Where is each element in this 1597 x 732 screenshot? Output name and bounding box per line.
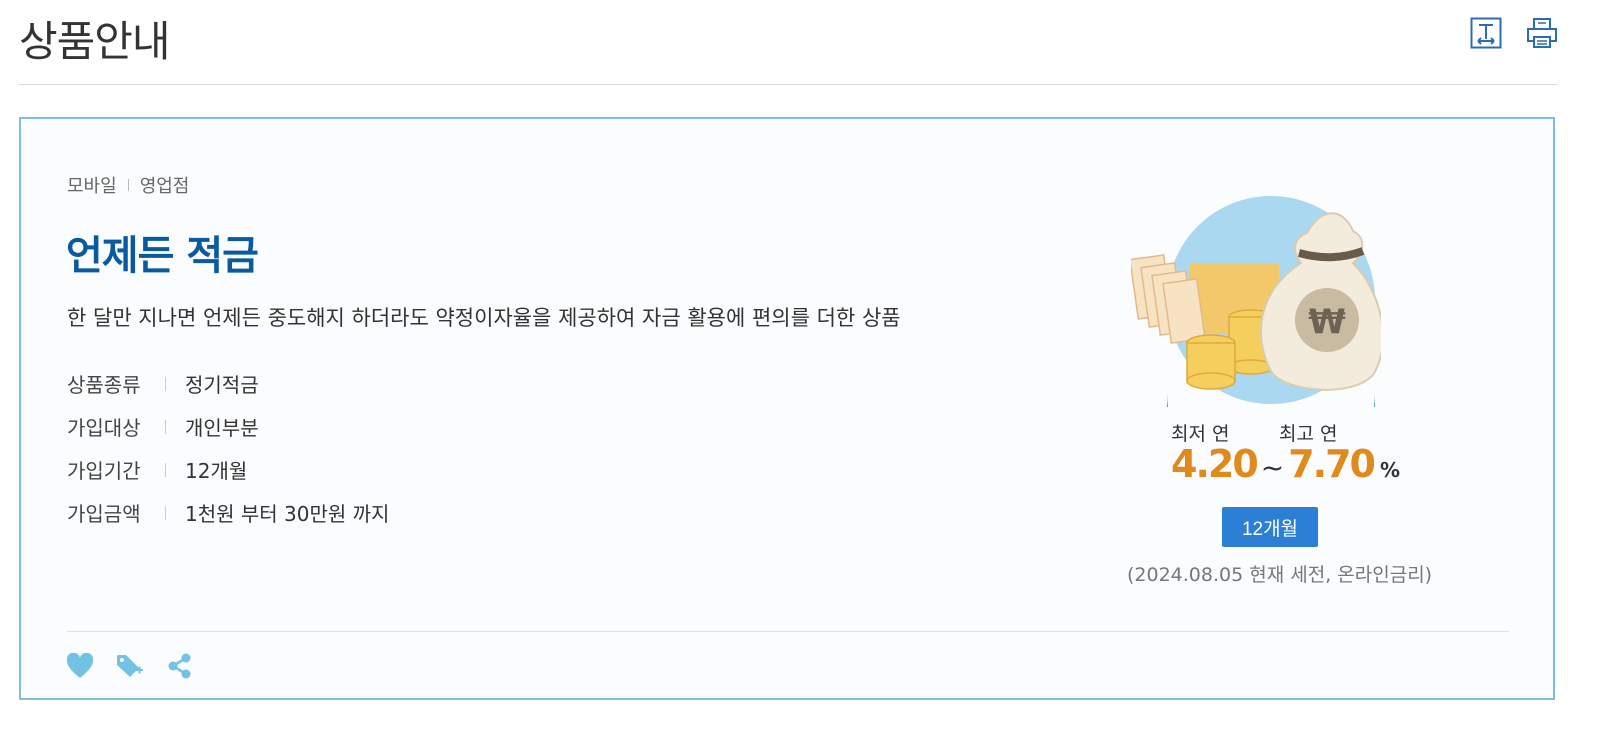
channel-list: 모바일 영업점 (67, 172, 189, 198)
money-bag-illustration: ₩ (1131, 196, 1381, 407)
heart-icon (66, 653, 94, 678)
info-value: 1천원 부터 30만원 까지 (185, 502, 390, 526)
rate-unit: % (1380, 458, 1401, 482)
info-value: 개인부분 (185, 416, 259, 440)
header-divider (19, 84, 1557, 85)
info-value: 12개월 (185, 459, 248, 483)
tag-add-button[interactable] (115, 651, 145, 681)
info-divider (165, 505, 166, 520)
info-label: 상품종류 (67, 373, 141, 397)
product-card: 모바일 영업점 언제든 적금 한 달만 지나면 언제든 중도해지 하더라도 약정… (19, 117, 1555, 700)
card-divider (67, 631, 1509, 632)
info-row-period: 가입기간 12개월 (67, 448, 389, 491)
rate-values: 4.20 ~ 7.70 % (1171, 442, 1431, 486)
text-size-icon (1470, 17, 1502, 49)
info-value: 정기적금 (185, 373, 259, 397)
print-icon (1527, 18, 1557, 48)
info-divider (165, 462, 166, 477)
term-12-months-button[interactable]: 12개월 (1222, 507, 1318, 547)
channel-divider (127, 179, 129, 191)
info-label: 가입금액 (67, 502, 141, 526)
text-size-button[interactable] (1469, 16, 1503, 50)
share-button[interactable] (165, 651, 195, 681)
rate-box: 최저 연 최고 연 4.20 ~ 7.70 % (1171, 419, 1431, 486)
channel-branch: 영업점 (139, 176, 190, 197)
info-divider (165, 419, 166, 434)
header-tools (1469, 16, 1559, 50)
tag-add-icon (117, 655, 143, 677)
max-rate-value: 7.70 (1288, 442, 1376, 486)
rate-separator: ~ (1260, 451, 1285, 484)
card-actions (65, 651, 195, 681)
rate-note: (2024.08.05 현재 세전, 온라인금리) (1127, 564, 1433, 586)
channel-mobile: 모바일 (67, 176, 117, 197)
info-label: 가입기간 (67, 459, 141, 483)
info-divider (165, 376, 166, 391)
svg-text:₩: ₩ (1308, 302, 1346, 342)
product-description: 한 달만 지나면 언제든 중도해지 하더라도 약정이자율을 제공하여 자금 활용… (67, 306, 901, 330)
info-row-amount: 가입금액 1천원 부터 30만원 까지 (67, 491, 389, 534)
product-info-list: 상품종류 정기적금 가입대상 개인부분 가입기간 12개월 가입금액 1천원 부… (67, 362, 389, 534)
info-row-target: 가입대상 개인부분 (67, 405, 389, 448)
share-icon (168, 653, 191, 679)
favorite-button[interactable] (65, 651, 95, 681)
info-label: 가입대상 (67, 416, 141, 440)
product-name[interactable]: 언제든 적금 (66, 223, 259, 281)
info-row-type: 상품종류 정기적금 (67, 362, 389, 405)
page-title: 상품안내 (19, 17, 171, 66)
print-button[interactable] (1525, 16, 1559, 50)
min-rate-value: 4.20 (1171, 442, 1259, 486)
